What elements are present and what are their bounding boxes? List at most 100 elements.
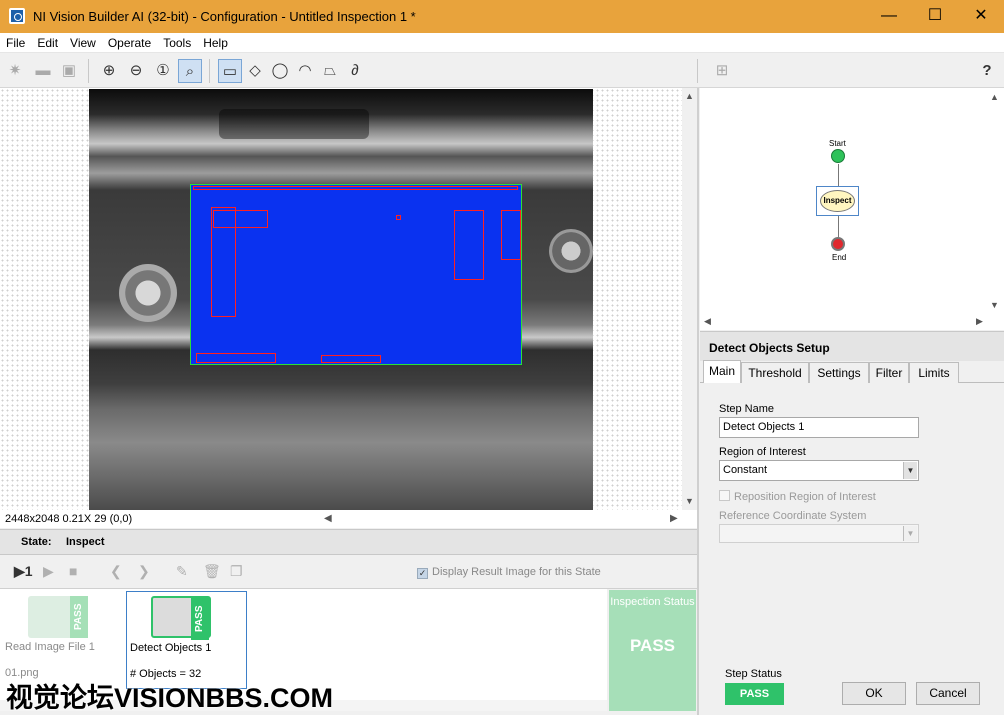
scroll-up-icon[interactable]: ▲ [685,91,694,101]
window-title: NI Vision Builder AI (32-bit) - Configur… [33,9,416,24]
maximize-button[interactable]: ☐ [912,0,958,33]
run-once-icon[interactable]: ▶1 [14,563,33,580]
detect-objects-icon: PASS [151,596,211,640]
previous-step-icon[interactable]: ❮ [110,563,122,580]
step-detect-objects[interactable]: PASS Detect Objects 1 # Objects = 32 [126,591,247,689]
step-read-image-file[interactable]: PASS Read Image File 1 01.png [2,591,120,689]
new-icon[interactable]: ✷ [3,59,27,83]
save-icon[interactable]: ▣ [57,59,81,83]
scroll-left-icon[interactable]: ◀ [324,513,332,524]
oval-roi-icon[interactable]: ◯ [268,59,292,83]
particle-box [501,210,521,260]
menu-bar: File Edit View Operate Tools Help [0,33,1004,53]
setup-tabs: Main Threshold Settings Filter Limits [700,360,1004,384]
image-bolt [119,264,177,322]
toolbar-separator [697,59,698,83]
reposition-roi-checkbox[interactable]: Reposition Region of Interest [719,490,876,503]
particle-box [396,215,401,220]
reposition-roi-label: Reposition Region of Interest [734,491,876,503]
run-icon[interactable]: ▶ [43,563,54,580]
state-label: State: [21,536,52,548]
viewer-status-bar: 2448x2048 0.21X 29 (0,0) ◀ ▶ [0,510,697,528]
scroll-up-icon[interactable]: ▲ [990,92,999,102]
app-icon [9,8,25,24]
tab-filter[interactable]: Filter [869,362,909,383]
tab-limits[interactable]: Limits [909,362,959,383]
roi-select[interactable]: Constant ▼ [719,460,919,481]
toolbar-separator [88,59,89,83]
checkbox-box [719,490,730,501]
tab-threshold[interactable]: Threshold [741,362,809,383]
step-pass-badge: PASS [70,596,88,638]
state-bar: State: Inspect [0,529,697,555]
step-pass-badge: PASS [191,598,209,640]
chevron-down-icon[interactable]: ▼ [903,526,917,541]
rotated-rectangle-roi-icon[interactable]: ◇ [243,59,267,83]
zoom-in-icon[interactable]: ⊕ [97,59,121,83]
roi-rectangle[interactable] [190,184,522,365]
menu-operate[interactable]: Operate [102,33,157,50]
viewer-vertical-scrollbar[interactable]: ▲ ▼ [682,88,697,510]
menu-file[interactable]: File [0,33,31,50]
next-step-icon[interactable]: ❯ [138,563,150,580]
zoom-1to1-icon[interactable]: ① [151,59,175,83]
panel-splitter[interactable] [697,88,699,715]
step-name-input[interactable]: Detect Objects 1 [719,417,919,438]
chevron-down-icon[interactable]: ▼ [903,462,917,479]
title-bar: NI Vision Builder AI (32-bit) - Configur… [0,0,1004,33]
particle-box [321,355,381,363]
watermark-text: 视觉论坛VISIONBBS.COM [6,683,334,713]
step-toolbar: ▶1 ▶ ■ ❮ ❯ ✎ 🗑 ❐ ✓ Display Result Image f… [0,556,697,589]
scroll-left-icon[interactable]: ◀ [704,316,711,327]
cancel-button[interactable]: Cancel [916,682,980,705]
zoom-out-icon[interactable]: ⊖ [124,59,148,83]
flow-connector [838,216,839,237]
step-status-badge: PASS [725,683,784,705]
step-name: Read Image File 1 [5,641,95,653]
polygon-roi-icon[interactable]: ⏢ [318,59,342,83]
state-diagram-icon[interactable]: ⊞ [710,59,734,83]
help-icon[interactable]: ? [975,59,999,83]
ref-coord-select[interactable]: ▼ [719,524,919,543]
close-button[interactable]: ✕ [958,0,1004,33]
annulus-roi-icon[interactable]: ◠ [293,59,317,83]
image-viewer[interactable]: ▲ ▼ 2448x2048 0.21X 29 (0,0) ◀ ▶ [0,88,697,528]
roi-label: Region of Interest [719,446,806,458]
scroll-right-icon[interactable]: ▶ [670,513,678,524]
inspect-state-label: Inspect [820,190,855,212]
display-result-checkbox[interactable]: ✓ Display Result Image for this State [417,566,601,579]
freehand-roi-icon[interactable]: ∂ [343,59,367,83]
start-node[interactable] [831,149,845,163]
open-folder-icon[interactable]: ▬ [31,59,55,83]
toolbar-separator [209,59,210,83]
minimize-button[interactable]: — [866,0,912,33]
scroll-right-icon[interactable]: ▶ [976,316,983,327]
copy-step-icon[interactable]: ❐ [230,563,243,580]
menu-help[interactable]: Help [197,33,234,50]
flow-connector [838,164,839,186]
rectangle-roi-icon[interactable]: ▭ [218,59,242,83]
start-label: Start [829,139,846,148]
state-value: Inspect [66,536,105,548]
zoom-fit-icon[interactable]: ⌕ [178,59,202,83]
particle-box [196,353,276,363]
edit-step-icon[interactable]: ✎ [176,563,188,580]
menu-edit[interactable]: Edit [31,33,64,50]
ref-coord-label: Reference Coordinate System [719,510,867,522]
scroll-down-icon[interactable]: ▼ [685,496,694,506]
scroll-down-icon[interactable]: ▼ [990,300,999,310]
check-icon: ✓ [417,568,428,579]
delete-step-icon[interactable]: 🗑 [203,563,221,580]
menu-view[interactable]: View [64,33,102,50]
tab-settings[interactable]: Settings [809,362,869,383]
inspect-state-node[interactable]: Inspect [816,186,859,216]
state-diagram: Start Inspect End ▲ ▼ ◀ ▶ [700,88,1004,330]
image-info-text: 2448x2048 0.21X 29 (0,0) [5,513,133,525]
menu-tools[interactable]: Tools [157,33,197,50]
ok-button[interactable]: OK [842,682,906,705]
stop-icon[interactable]: ■ [69,563,77,579]
inspection-status-value: PASS [629,636,676,655]
setup-main-panel: Step Name Detect Objects 1 Region of Int… [700,383,1004,715]
end-node[interactable] [831,237,845,251]
tab-main[interactable]: Main [703,360,741,384]
